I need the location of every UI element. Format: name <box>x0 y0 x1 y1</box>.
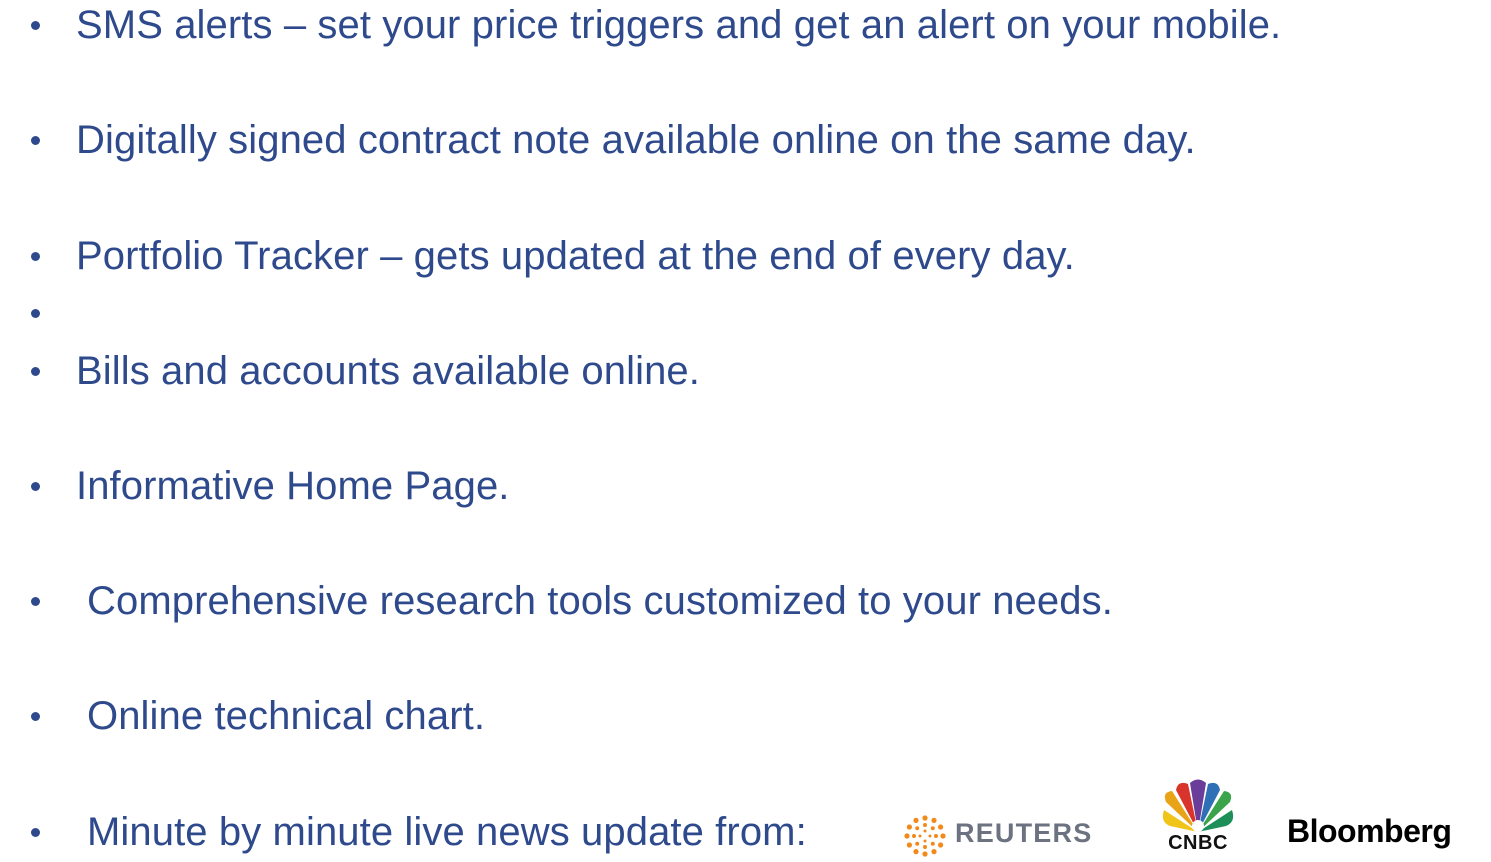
bullet-dot <box>31 367 40 376</box>
bullet-text: Portfolio Tracker – gets updated at the … <box>76 234 1075 278</box>
bullet-text: Comprehensive research tools customized … <box>87 579 1113 623</box>
slide: SMS alerts – set your price triggers and… <box>0 0 1491 857</box>
bullet-dot <box>31 712 40 721</box>
bullet-text: Informative Home Page. <box>76 464 510 508</box>
bullet-item: Informative Home Page. <box>0 456 1491 516</box>
cnbc-logo: CNBC <box>1150 778 1246 856</box>
bullet-text: Online technical chart. <box>87 694 486 738</box>
reuters-wordmark: REUTERS <box>955 818 1093 848</box>
bullet-item: Portfolio Tracker – gets updated at the … <box>0 226 1491 286</box>
bullet-item: Bills and accounts available online. <box>0 341 1491 401</box>
bullet-dot <box>31 597 40 606</box>
bullet-dot <box>31 252 40 261</box>
bullet-dot <box>31 21 40 30</box>
bullet-dot <box>31 136 40 145</box>
bloomberg-logo: Bloomberg <box>1287 813 1452 849</box>
bullet-item-empty <box>0 283 1491 343</box>
bullet-item: Online technical chart. <box>0 686 1491 746</box>
bullet-item: SMS alerts – set your price triggers and… <box>0 0 1491 55</box>
bullet-dot <box>31 828 40 837</box>
bullet-item: Digitally signed contract note available… <box>0 110 1491 170</box>
cnbc-wordmark: CNBC <box>1168 832 1228 854</box>
bullet-text: Minute by minute live news update from: <box>87 810 807 854</box>
peacock-icon <box>1162 779 1234 832</box>
bullet-text: SMS alerts – set your price triggers and… <box>76 3 1282 47</box>
bullet-text: Bills and accounts available online. <box>76 349 700 393</box>
reuters-dots-icon <box>904 815 946 857</box>
bullet-item: Comprehensive research tools customized … <box>0 571 1491 631</box>
bullet-dot <box>31 309 40 318</box>
bullet-item: Minute by minute live news update from: <box>0 802 1491 862</box>
bullet-text: Digitally signed contract note available… <box>76 118 1196 162</box>
bullet-dot <box>31 482 40 491</box>
